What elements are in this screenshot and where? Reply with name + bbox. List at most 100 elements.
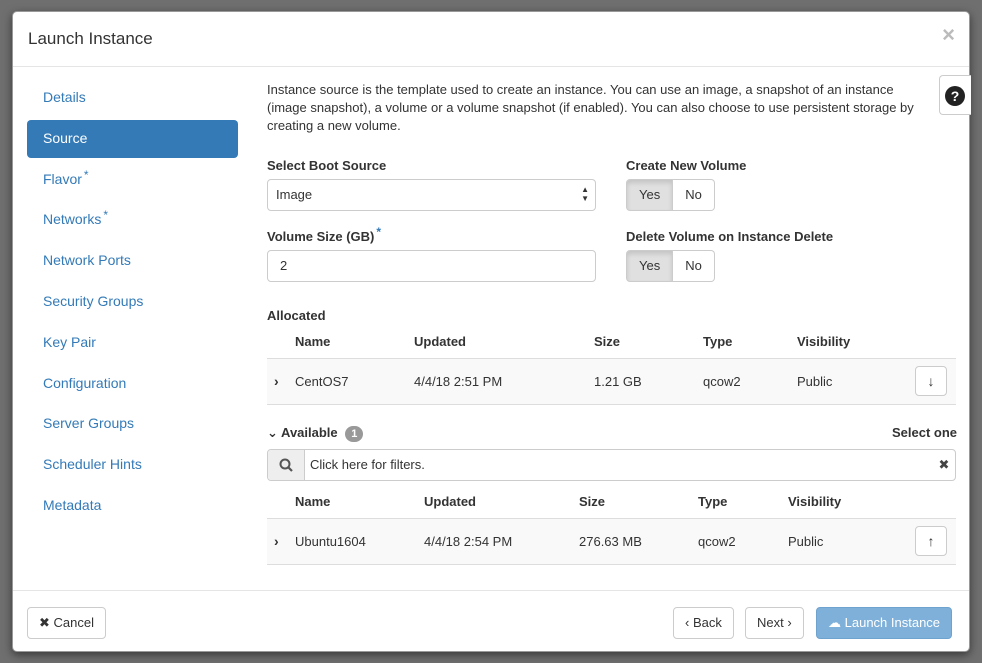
row-size: 276.63 MB bbox=[579, 517, 698, 565]
sidebar-item-source[interactable]: Source bbox=[27, 119, 238, 158]
filter-bar[interactable]: Click here for filters. ✖ bbox=[267, 449, 956, 481]
column-header: Name bbox=[295, 494, 331, 510]
sidebar-item-network-ports[interactable]: Network Ports bbox=[27, 242, 238, 280]
search-addon bbox=[268, 450, 305, 480]
table-header-row: Name Updated Size Type Visibility bbox=[267, 326, 956, 358]
available-title: Available bbox=[281, 425, 338, 440]
boot-source-select[interactable]: Image ▲ ▼ bbox=[267, 179, 596, 211]
volume-size-label: Volume Size (GB) * bbox=[267, 225, 381, 244]
launch-label: Launch Instance bbox=[844, 615, 941, 630]
delete-volume-label: Delete Volume on Instance Delete bbox=[626, 229, 834, 244]
column-header: Updated bbox=[424, 494, 476, 510]
sidebar-item-label: Details bbox=[43, 89, 86, 105]
row-visibility: Public bbox=[797, 357, 907, 405]
table-row: › CentOS7 4/4/18 2:51 PM 1.21 GB qcow2 P… bbox=[267, 357, 956, 405]
modal-footer: ✖ Cancel ‹ Back Next › ☁ Launch Instance bbox=[13, 590, 969, 652]
required-marker: * bbox=[376, 225, 382, 239]
next-label: Next bbox=[757, 615, 784, 630]
chevron-right-icon: › bbox=[787, 615, 792, 630]
create-volume-no-button[interactable]: No bbox=[673, 179, 715, 211]
column-header: Type bbox=[698, 494, 728, 510]
sidebar-item-key-pair[interactable]: Key Pair bbox=[27, 324, 238, 362]
delete-volume-toggle: Yes No bbox=[626, 250, 715, 282]
row-name: CentOS7 bbox=[295, 357, 414, 405]
cloud-upload-icon: ☁ bbox=[828, 615, 841, 630]
allocate-button[interactable]: ↑ bbox=[915, 526, 947, 556]
column-header: Name bbox=[295, 334, 331, 350]
create-volume-yes-button[interactable]: Yes bbox=[626, 179, 674, 211]
column-header: Type bbox=[703, 334, 733, 350]
column-header: Visibility bbox=[788, 494, 842, 510]
allocated-table: Name Updated Size Type Visibility › Cent… bbox=[267, 326, 956, 405]
column-header: Visibility bbox=[797, 334, 851, 350]
volume-size-label-text: Volume Size (GB) bbox=[267, 229, 375, 244]
help-button[interactable]: ? bbox=[939, 75, 971, 115]
volume-size-input[interactable]: 2 bbox=[267, 250, 596, 282]
chevron-right-icon[interactable]: › bbox=[274, 533, 279, 549]
row-updated: 4/4/18 2:51 PM bbox=[414, 357, 594, 405]
row-type: qcow2 bbox=[703, 357, 797, 405]
create-volume-label: Create New Volume bbox=[626, 158, 747, 173]
sidebar-item-metadata[interactable]: Metadata bbox=[27, 487, 238, 525]
chevron-down-icon: ⌄ bbox=[267, 425, 278, 440]
sidebar-item-label: Metadata bbox=[43, 496, 102, 513]
boot-source-value: Image bbox=[276, 187, 313, 202]
arrow-down-icon: ↓ bbox=[927, 373, 935, 389]
allocated-title: Allocated bbox=[267, 308, 326, 323]
wizard-sidebar: Details Source Flavor * Networks * Network… bbox=[27, 79, 238, 528]
row-type: qcow2 bbox=[698, 517, 788, 565]
arrow-up-icon: ↑ bbox=[927, 533, 935, 549]
sidebar-item-label: Scheduler Hints bbox=[43, 456, 142, 473]
required-marker: * bbox=[103, 208, 109, 223]
filter-input[interactable]: Click here for filters. bbox=[305, 450, 933, 480]
deallocate-button[interactable]: ↓ bbox=[915, 366, 947, 396]
sidebar-item-flavor[interactable]: Flavor * bbox=[27, 161, 238, 199]
next-button[interactable]: Next › bbox=[745, 607, 804, 639]
delete-volume-no-button[interactable]: No bbox=[673, 250, 715, 282]
sidebar-item-security-groups[interactable]: Security Groups bbox=[27, 283, 238, 321]
back-button[interactable]: ‹ Back bbox=[673, 607, 734, 639]
sidebar-item-label: Flavor bbox=[43, 170, 82, 187]
sidebar-item-label: Key Pair bbox=[43, 333, 96, 350]
close-icon[interactable]: × bbox=[942, 24, 955, 46]
cancel-label: Cancel bbox=[53, 615, 94, 630]
select-one-hint: Select one bbox=[891, 425, 957, 440]
close-icon: ✖ bbox=[39, 615, 50, 630]
sidebar-item-server-groups[interactable]: Server Groups bbox=[27, 405, 238, 443]
sidebar-item-label: Security Groups bbox=[43, 292, 144, 309]
sidebar-item-label: Configuration bbox=[43, 374, 127, 391]
available-count-badge: 1 bbox=[345, 426, 364, 442]
required-marker: * bbox=[83, 167, 89, 182]
available-header[interactable]: ⌄ Available 1 bbox=[267, 425, 364, 442]
cancel-button[interactable]: ✖ Cancel bbox=[27, 607, 106, 639]
sidebar-item-networks[interactable]: Networks * bbox=[27, 201, 238, 239]
sidebar-item-label: Server Groups bbox=[43, 415, 135, 432]
launch-instance-button[interactable]: ☁ Launch Instance bbox=[816, 607, 953, 639]
sidebar-item-label: Source bbox=[43, 129, 88, 146]
chevron-right-icon[interactable]: › bbox=[274, 373, 279, 389]
row-name: Ubuntu1604 bbox=[295, 517, 424, 565]
search-icon bbox=[279, 458, 293, 472]
sidebar-item-label: Networks bbox=[43, 211, 102, 228]
sidebar-item-label: Network Ports bbox=[43, 252, 131, 269]
sidebar-item-scheduler-hints[interactable]: Scheduler Hints bbox=[27, 446, 238, 484]
select-updown-icon: ▲ ▼ bbox=[581, 185, 589, 203]
table-row: › Ubuntu1604 4/4/18 2:54 PM 276.63 MB qc… bbox=[267, 517, 956, 565]
column-header: Size bbox=[579, 494, 606, 510]
launch-instance-modal: Launch Instance × Details Source Flavor *… bbox=[12, 11, 971, 652]
source-description: Instance source is the template used to … bbox=[267, 82, 914, 133]
modal-header: Launch Instance × bbox=[13, 12, 969, 67]
chevron-left-icon: ‹ bbox=[685, 615, 690, 630]
available-table: Name Updated Size Type Visibility › Ubun… bbox=[267, 486, 956, 565]
clear-filter-icon[interactable]: ✖ bbox=[933, 450, 955, 480]
row-updated: 4/4/18 2:54 PM bbox=[424, 517, 579, 565]
sidebar-item-configuration[interactable]: Configuration bbox=[27, 365, 238, 403]
column-header: Size bbox=[594, 334, 621, 350]
table-header-row: Name Updated Size Type Visibility bbox=[267, 486, 956, 518]
boot-source-label: Select Boot Source bbox=[267, 158, 387, 173]
delete-volume-yes-button[interactable]: Yes bbox=[626, 250, 674, 282]
create-volume-toggle: Yes No bbox=[626, 179, 715, 211]
modal-title: Launch Instance bbox=[28, 29, 153, 48]
back-label: Back bbox=[692, 615, 722, 630]
sidebar-item-details[interactable]: Details bbox=[27, 79, 238, 117]
